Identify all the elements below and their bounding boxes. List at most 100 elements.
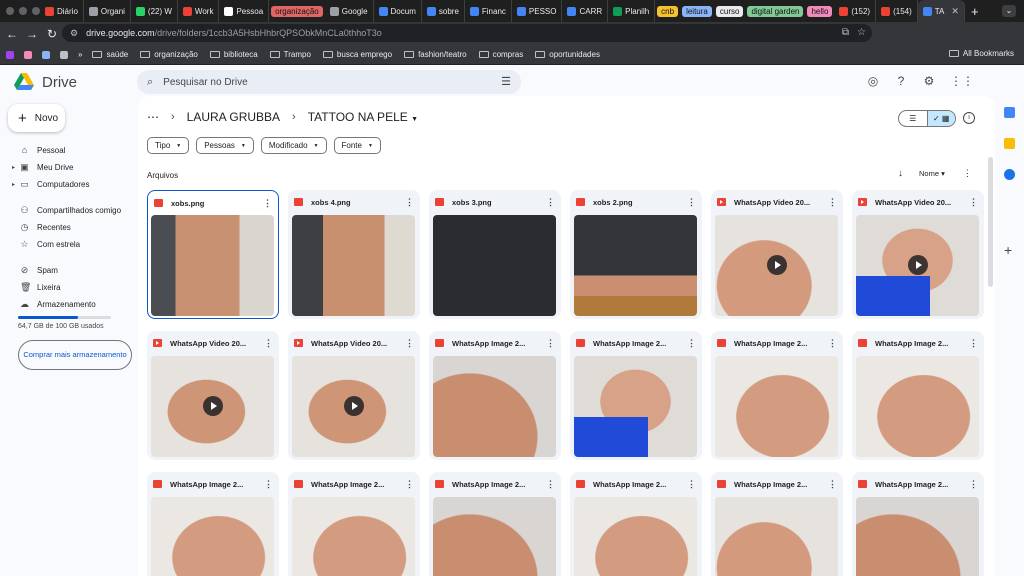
bookmark-folder[interactable]: saúde [92, 50, 128, 59]
file-card[interactable]: WhatsApp Image 2... ⋮ [852, 331, 984, 460]
browser-tab[interactable]: sobre [422, 0, 465, 22]
filter-chip[interactable]: Pessoas ▼ [196, 137, 254, 154]
bookmark-folder[interactable]: oportunidades [535, 50, 600, 59]
more-options-icon[interactable]: ⋮ [969, 197, 978, 208]
file-card[interactable]: xobs 2.png ⋮ [570, 190, 702, 319]
more-options-icon[interactable]: ⋮ [263, 198, 272, 209]
bookmark-folder[interactable]: compras [478, 50, 523, 59]
breadcrumb-parent[interactable]: LAURA GRUBBA [187, 110, 280, 124]
back-icon[interactable]: ← [4, 27, 20, 41]
file-card[interactable]: WhatsApp Image 2... ⋮ [711, 472, 843, 576]
new-tab-icon[interactable]: + [971, 4, 979, 19]
file-thumbnail[interactable] [856, 497, 979, 576]
more-options-icon[interactable]: ⋮ [546, 338, 555, 349]
file-card[interactable]: WhatsApp Image 2... ⋮ [570, 331, 702, 460]
bookmark-star-icon[interactable]: ☆ [857, 27, 866, 38]
browser-tab[interactable]: organização [269, 0, 325, 22]
more-options-icon[interactable]: ⋮ [963, 168, 972, 179]
drive-logo[interactable]: Drive [14, 73, 77, 91]
browser-tab[interactable]: Financ [465, 0, 512, 22]
file-card[interactable]: WhatsApp Image 2... ⋮ [852, 472, 984, 576]
browser-tab[interactable]: PESSO [512, 0, 563, 22]
file-card[interactable]: WhatsApp Image 2... ⋮ [429, 472, 561, 576]
bookmark-app-icon[interactable] [42, 50, 50, 59]
sidebar-item-clock[interactable]: ◷ Recentes [0, 219, 136, 236]
play-icon[interactable] [343, 396, 364, 416]
list-view-icon[interactable]: ☰ [899, 111, 927, 126]
file-card[interactable]: WhatsApp Image 2... ⋮ [147, 472, 279, 576]
file-card[interactable]: WhatsApp Image 2... ⋮ [429, 331, 561, 460]
expand-caret-icon[interactable]: ▸ [12, 181, 15, 188]
file-thumbnail[interactable] [856, 215, 979, 316]
browser-tab[interactable]: CARR [562, 0, 609, 22]
buy-storage-button[interactable]: Comprar mais armazenamento [18, 340, 132, 370]
sidebar-item-home[interactable]: ⌂ Pessoal [0, 142, 136, 159]
browser-tab[interactable]: (152) [834, 0, 877, 22]
tab-group-label[interactable]: curso [715, 5, 744, 17]
browser-tab[interactable]: curso [714, 0, 746, 22]
browser-tab[interactable]: (154) [876, 0, 918, 22]
bookmark-app-icon[interactable] [60, 50, 68, 59]
file-thumbnail[interactable] [433, 356, 556, 457]
file-thumbnail[interactable] [151, 497, 274, 576]
filter-chip[interactable]: Tipo ▼ [147, 137, 190, 154]
forward-icon[interactable]: → [24, 27, 40, 41]
sidebar-item-people[interactable]: ⚇ Compartilhados comigo [0, 202, 136, 219]
file-thumbnail[interactable] [715, 215, 838, 316]
more-options-icon[interactable]: ⋮ [405, 197, 414, 208]
site-info-icon[interactable]: ⚙ [70, 28, 78, 39]
file-thumbnail[interactable] [574, 215, 697, 316]
keep-icon[interactable] [1004, 138, 1015, 149]
details-info-icon[interactable]: i [963, 112, 975, 124]
file-card[interactable]: WhatsApp Video 20... ⋮ [288, 331, 420, 460]
filter-chip[interactable]: Modificado ▼ [260, 137, 327, 154]
bookmark-app-icon[interactable] [6, 50, 14, 59]
more-options-icon[interactable]: ⋮ [264, 479, 273, 490]
browser-tab[interactable]: cnb [655, 0, 680, 22]
file-card[interactable]: xobs 3.png ⋮ [429, 190, 561, 319]
help-icon[interactable]: ? [894, 74, 908, 88]
breadcrumb-current[interactable]: TATTOO NA PELE ▼ [308, 110, 418, 124]
more-options-icon[interactable]: ⋮ [969, 479, 978, 490]
view-toggle[interactable]: ☰ ✓ ▦ [898, 110, 956, 127]
file-thumbnail[interactable] [292, 356, 415, 457]
browser-tab[interactable]: Organi [84, 0, 131, 22]
grid-view-icon[interactable]: ✓ ▦ [926, 111, 955, 126]
file-thumbnail[interactable] [433, 497, 556, 576]
settings-gear-icon[interactable]: ⚙ [922, 74, 936, 88]
tasks-icon[interactable] [1004, 169, 1015, 180]
browser-tab[interactable]: hello [805, 0, 834, 22]
browser-tab[interactable]: Pessoa [219, 0, 270, 22]
file-thumbnail[interactable] [574, 497, 697, 576]
tab-group-label[interactable]: digital garden [747, 5, 804, 17]
tab-group-label[interactable]: hello [807, 5, 833, 17]
file-thumbnail[interactable] [151, 356, 274, 457]
add-addon-icon[interactable]: + [1004, 242, 1012, 258]
more-options-icon[interactable]: ⋮ [546, 479, 555, 490]
more-options-icon[interactable]: ⋮ [687, 197, 696, 208]
browser-tab[interactable]: Planilh [608, 0, 656, 22]
bookmark-folder[interactable]: biblioteca [209, 50, 258, 59]
more-options-icon[interactable]: ⋮ [405, 338, 414, 349]
file-card[interactable]: WhatsApp Video 20... ⋮ [147, 331, 279, 460]
bookmark-folder[interactable]: fashion/teatro [404, 50, 467, 59]
window-controls[interactable] [6, 7, 40, 15]
more-options-icon[interactable]: ⋮ [546, 197, 555, 208]
sidebar-item-trash[interactable]: 🗑 Lixeira [0, 279, 136, 296]
address-bar[interactable]: ⚙ drive.google.com/drive/folders/1ccb3A5… [62, 24, 872, 42]
bookmark-app-icon[interactable] [24, 50, 32, 59]
more-options-icon[interactable]: ⋮ [405, 479, 414, 490]
file-thumbnail[interactable] [433, 215, 556, 316]
more-options-icon[interactable]: ⋮ [687, 338, 696, 349]
search-options-icon[interactable]: ☰ [501, 75, 511, 88]
file-thumbnail[interactable] [715, 497, 838, 576]
tab-group-label[interactable]: organização [271, 5, 323, 17]
tab-group-label[interactable]: leitura [682, 5, 712, 17]
sidebar-item-drive[interactable]: ▸ ▣ Meu Drive [0, 159, 136, 176]
scrollbar[interactable] [988, 157, 993, 287]
file-card[interactable]: xobs.png ⋮ [147, 190, 279, 319]
bookmark-folder[interactable]: organização [140, 50, 198, 59]
sidebar-item-star[interactable]: ☆ Com estrela [0, 236, 136, 253]
file-card[interactable]: WhatsApp Image 2... ⋮ [570, 472, 702, 576]
sidebar-item-spam[interactable]: ⊘ Spam [0, 262, 136, 279]
